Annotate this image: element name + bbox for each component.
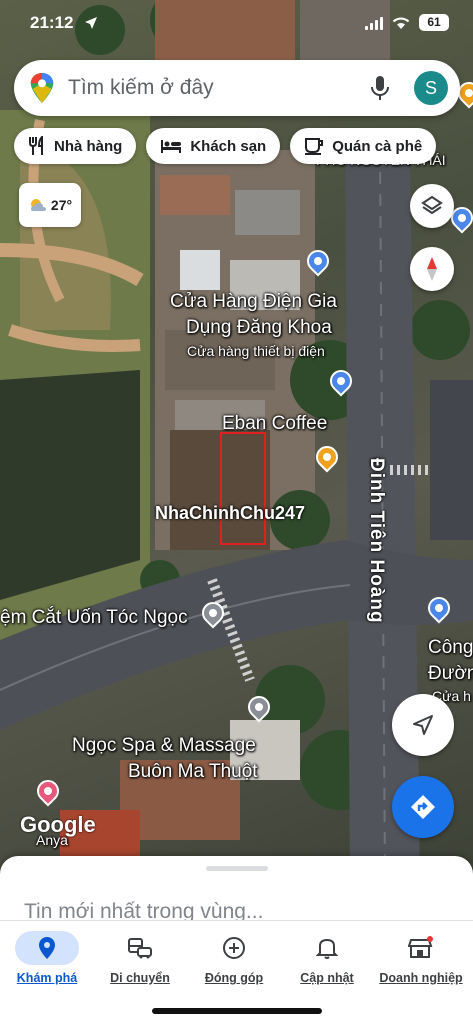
nav-updates[interactable]: Cập nhật (282, 931, 372, 985)
explore-pin-icon (39, 937, 55, 959)
search-bar[interactable]: Tìm kiếm ở đây S (14, 60, 460, 116)
map-label-hair-salon[interactable]: ệm Cắt Uốn Tóc Ngọc (0, 606, 188, 629)
chip-label: Nhà hàng (54, 137, 123, 155)
nav-icon-container (108, 931, 172, 965)
nav-icon-container (202, 931, 266, 965)
bell-icon (316, 938, 338, 959)
hotel-icon (161, 140, 182, 153)
weather-temperature: 27° (50, 197, 73, 213)
compass-icon (427, 257, 437, 281)
layers-icon (421, 195, 443, 215)
lot-highlight (220, 432, 266, 545)
chip-hotels[interactable]: Khách sạn (146, 128, 281, 164)
google-logo: Google (20, 812, 96, 837)
wifi-icon (392, 16, 410, 29)
nav-label: Đóng góp (204, 971, 264, 985)
add-circle-icon (223, 937, 245, 959)
my-location-button[interactable] (392, 694, 454, 756)
watermark-text: NhaChinhChu247 (155, 503, 306, 523)
navigation-arrow-icon (413, 715, 433, 735)
layers-button[interactable] (410, 184, 454, 228)
commute-icon (128, 938, 152, 959)
nav-explore[interactable]: Khám phá (2, 931, 92, 985)
storefront-icon (408, 936, 433, 958)
category-chips: Nhà hàng Khách sạn Quán cà phê (14, 128, 437, 164)
sheet-drag-handle[interactable] (206, 866, 268, 871)
map-label-spa-1[interactable]: Ngọc Spa & Massage (72, 734, 256, 757)
map-label-spa-2[interactable]: Buôn Ma Thuột (128, 760, 258, 783)
nav-label: Khám phá (16, 971, 78, 985)
chip-coffee[interactable]: Quán cà phê (290, 128, 437, 164)
status-time: 21:12 (30, 13, 74, 32)
nav-contribute[interactable]: Đóng góp (189, 931, 279, 985)
google-maps-logo-icon (30, 73, 54, 103)
map-label-store-name-2[interactable]: Dụng Đăng Khoa (186, 316, 332, 339)
status-icons: 61 (365, 14, 449, 31)
home-indicator (152, 1008, 322, 1014)
chip-label: Khách sạn (190, 137, 267, 155)
status-bar: 21:12 61 (0, 0, 473, 50)
map-label-edge-1[interactable]: Công (428, 636, 473, 659)
nav-commute[interactable]: Di chuyển (95, 931, 185, 985)
nav-label: Cập nhật (300, 971, 354, 985)
restaurant-icon (29, 136, 43, 155)
map-label-street-main: Đinh Tiên Hoàng (366, 458, 387, 624)
nav-icon-container (389, 931, 453, 965)
nav-icon-container (295, 931, 359, 965)
search-input[interactable]: Tìm kiếm ở đây (68, 76, 368, 100)
nav-icon-container (15, 931, 79, 965)
account-avatar[interactable]: S (414, 71, 448, 105)
map-label-store-name-1[interactable]: Cửa Hàng Điện Gia (170, 290, 337, 313)
bottom-sheet[interactable]: Tin mới nhất trong vùng... (0, 856, 473, 926)
coffee-icon (305, 138, 324, 155)
map-label-edge-2[interactable]: Đườn (428, 662, 473, 685)
battery-indicator: 61 (419, 14, 449, 31)
signal-icon (365, 16, 383, 30)
directions-button[interactable] (392, 776, 454, 838)
nav-label: Doanh nghiệp (379, 971, 463, 985)
nav-label: Di chuyển (110, 971, 170, 985)
chip-restaurants[interactable]: Nhà hàng (14, 128, 137, 164)
nav-business[interactable]: Doanh nghiệp (376, 931, 466, 985)
chip-label: Quán cà phê (332, 137, 423, 155)
partly-cloudy-icon (30, 199, 46, 211)
weather-badge[interactable]: 27° (19, 183, 81, 227)
directions-icon (411, 795, 435, 819)
map-label-store-category: Cửa hàng thiết bị điện (187, 343, 325, 359)
compass-button[interactable] (410, 247, 454, 291)
location-arrow-icon (85, 17, 97, 29)
microphone-icon[interactable] (368, 74, 392, 102)
